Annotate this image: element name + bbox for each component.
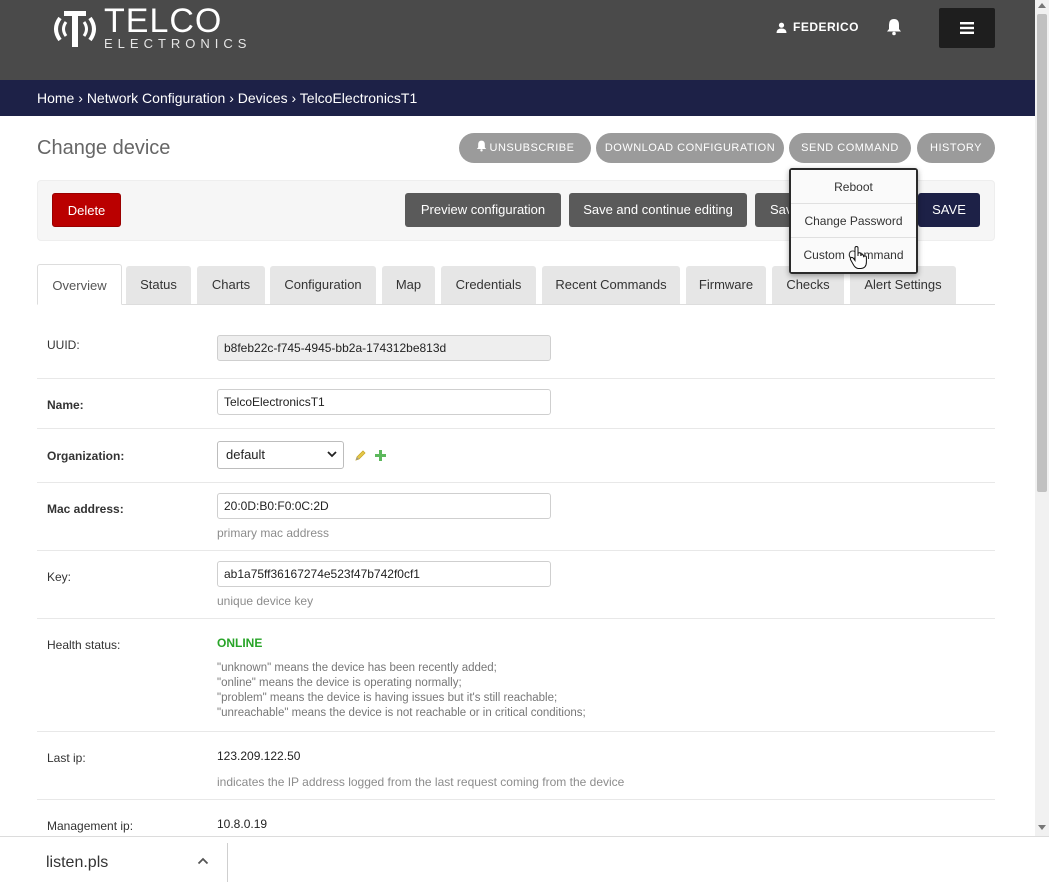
menu-item-reboot[interactable]: Reboot (791, 170, 916, 204)
unsubscribe-button[interactable]: UNSUBSCRIBE (459, 133, 591, 163)
telco-logo[interactable]: TELCO ELECTRONICS (50, 2, 252, 52)
tab-status[interactable]: Status (126, 266, 191, 304)
health-status-help: "unknown" means the device has been rece… (217, 662, 586, 719)
organization-selected: default (226, 447, 266, 462)
user-menu[interactable]: FEDERICO (776, 20, 859, 34)
send-command-button[interactable]: SEND COMMAND (789, 133, 911, 163)
logo-sub-text: ELECTRONICS (104, 36, 252, 51)
tab-map[interactable]: Map (382, 266, 435, 304)
name-input[interactable]: TelcoElectronicsT1 (217, 389, 551, 415)
row-last-ip: Last ip: 123.209.122.50 indicates the IP… (37, 732, 995, 800)
history-button[interactable]: HISTORY (917, 133, 995, 163)
page-title: Change device (37, 137, 171, 159)
breadcrumb-current: TelcoElectronicsT1 (299, 90, 418, 106)
telco-logo-icon (54, 11, 96, 47)
tab-firmware[interactable]: Firmware (686, 266, 766, 304)
last-ip-help: indicates the IP address logged from the… (217, 775, 625, 789)
uuid-field: b8feb22c-f745-4945-bb2a-174312be813d (217, 335, 551, 361)
unsubscribe-label: UNSUBSCRIBE (489, 142, 575, 154)
uuid-label: UUID: (47, 338, 80, 352)
key-help: unique device key (217, 594, 314, 608)
hamburger-menu-button[interactable] (939, 8, 995, 48)
name-label: Name: (47, 398, 84, 412)
tab-configuration[interactable]: Configuration (270, 266, 376, 304)
health-status-label: Health status: (47, 638, 121, 652)
save-button[interactable]: SAVE (918, 193, 980, 227)
download-bar-divider (227, 843, 228, 882)
row-health-status: Health status: ONLINE "unknown" means th… (37, 619, 995, 732)
breadcrumb-devices[interactable]: Devices (238, 90, 288, 106)
download-filename[interactable]: listen.pls (46, 854, 108, 872)
add-plus-icon[interactable] (375, 450, 386, 461)
last-ip-label: Last ip: (47, 751, 86, 765)
hand-cursor-icon (849, 246, 867, 269)
tab-recent-commands[interactable]: Recent Commands (542, 266, 680, 304)
tab-overview[interactable]: Overview (37, 264, 122, 305)
health-status-badge: ONLINE (217, 636, 263, 650)
row-mac-address: Mac address: 20:0D:B0:F0:0C:2D primary m… (37, 483, 995, 551)
mac-address-help: primary mac address (217, 526, 330, 540)
username: FEDERICO (793, 20, 860, 34)
chevron-down-icon (327, 451, 337, 458)
scroll-thumb[interactable] (1037, 14, 1047, 492)
download-bar: listen.pls (0, 836, 1049, 887)
edit-pencil-icon[interactable] (354, 449, 367, 462)
row-key: Key: ab1a75ff36167274e523f47b742f0cf1 un… (37, 551, 995, 619)
key-label: Key: (47, 570, 72, 584)
tab-charts[interactable]: Charts (197, 266, 265, 304)
breadcrumb: Home › Network Configuration › Devices ›… (0, 80, 1035, 116)
scroll-down-arrow-icon[interactable] (1038, 825, 1046, 830)
breadcrumb-home[interactable]: Home (37, 90, 74, 106)
key-input[interactable]: ab1a75ff36167274e523f47b742f0cf1 (217, 561, 551, 587)
user-icon (776, 22, 787, 33)
menu-item-change-password[interactable]: Change Password (791, 204, 916, 238)
page-scrollbar[interactable] (1035, 0, 1049, 836)
organization-select[interactable]: default (217, 441, 344, 469)
logo-main-text: TELCO (104, 2, 223, 40)
preview-configuration-button[interactable]: Preview configuration (405, 193, 561, 227)
scroll-up-arrow-icon[interactable] (1038, 3, 1046, 8)
management-ip-label: Management ip: (47, 819, 134, 833)
download-configuration-button[interactable]: DOWNLOAD CONFIGURATION (596, 133, 784, 163)
row-management-ip: Management ip: 10.8.0.19 (37, 800, 995, 836)
notifications-bell-icon[interactable] (886, 18, 902, 36)
row-organization: Organization: default (37, 429, 995, 483)
row-uuid: UUID: b8feb22c-f745-4945-bb2a-174312be81… (37, 322, 995, 379)
row-name: Name: TelcoElectronicsT1 (37, 379, 995, 429)
breadcrumb-network-configuration[interactable]: Network Configuration (87, 90, 226, 106)
organization-label: Organization: (47, 449, 125, 463)
mac-address-input[interactable]: 20:0D:B0:F0:0C:2D (217, 493, 551, 519)
mac-address-label: Mac address: (47, 502, 124, 516)
save-and-continue-button[interactable]: Save and continue editing (569, 193, 747, 227)
hamburger-icon (960, 22, 974, 34)
top-header: TELCO ELECTRONICS FEDERICO (0, 0, 1035, 80)
bell-icon (476, 140, 486, 152)
management-ip-value: 10.8.0.19 (217, 817, 268, 831)
chevron-up-icon[interactable] (197, 857, 209, 865)
delete-button[interactable]: Delete (52, 193, 121, 227)
last-ip-value: 123.209.122.50 (217, 749, 301, 763)
tab-credentials[interactable]: Credentials (441, 266, 536, 304)
